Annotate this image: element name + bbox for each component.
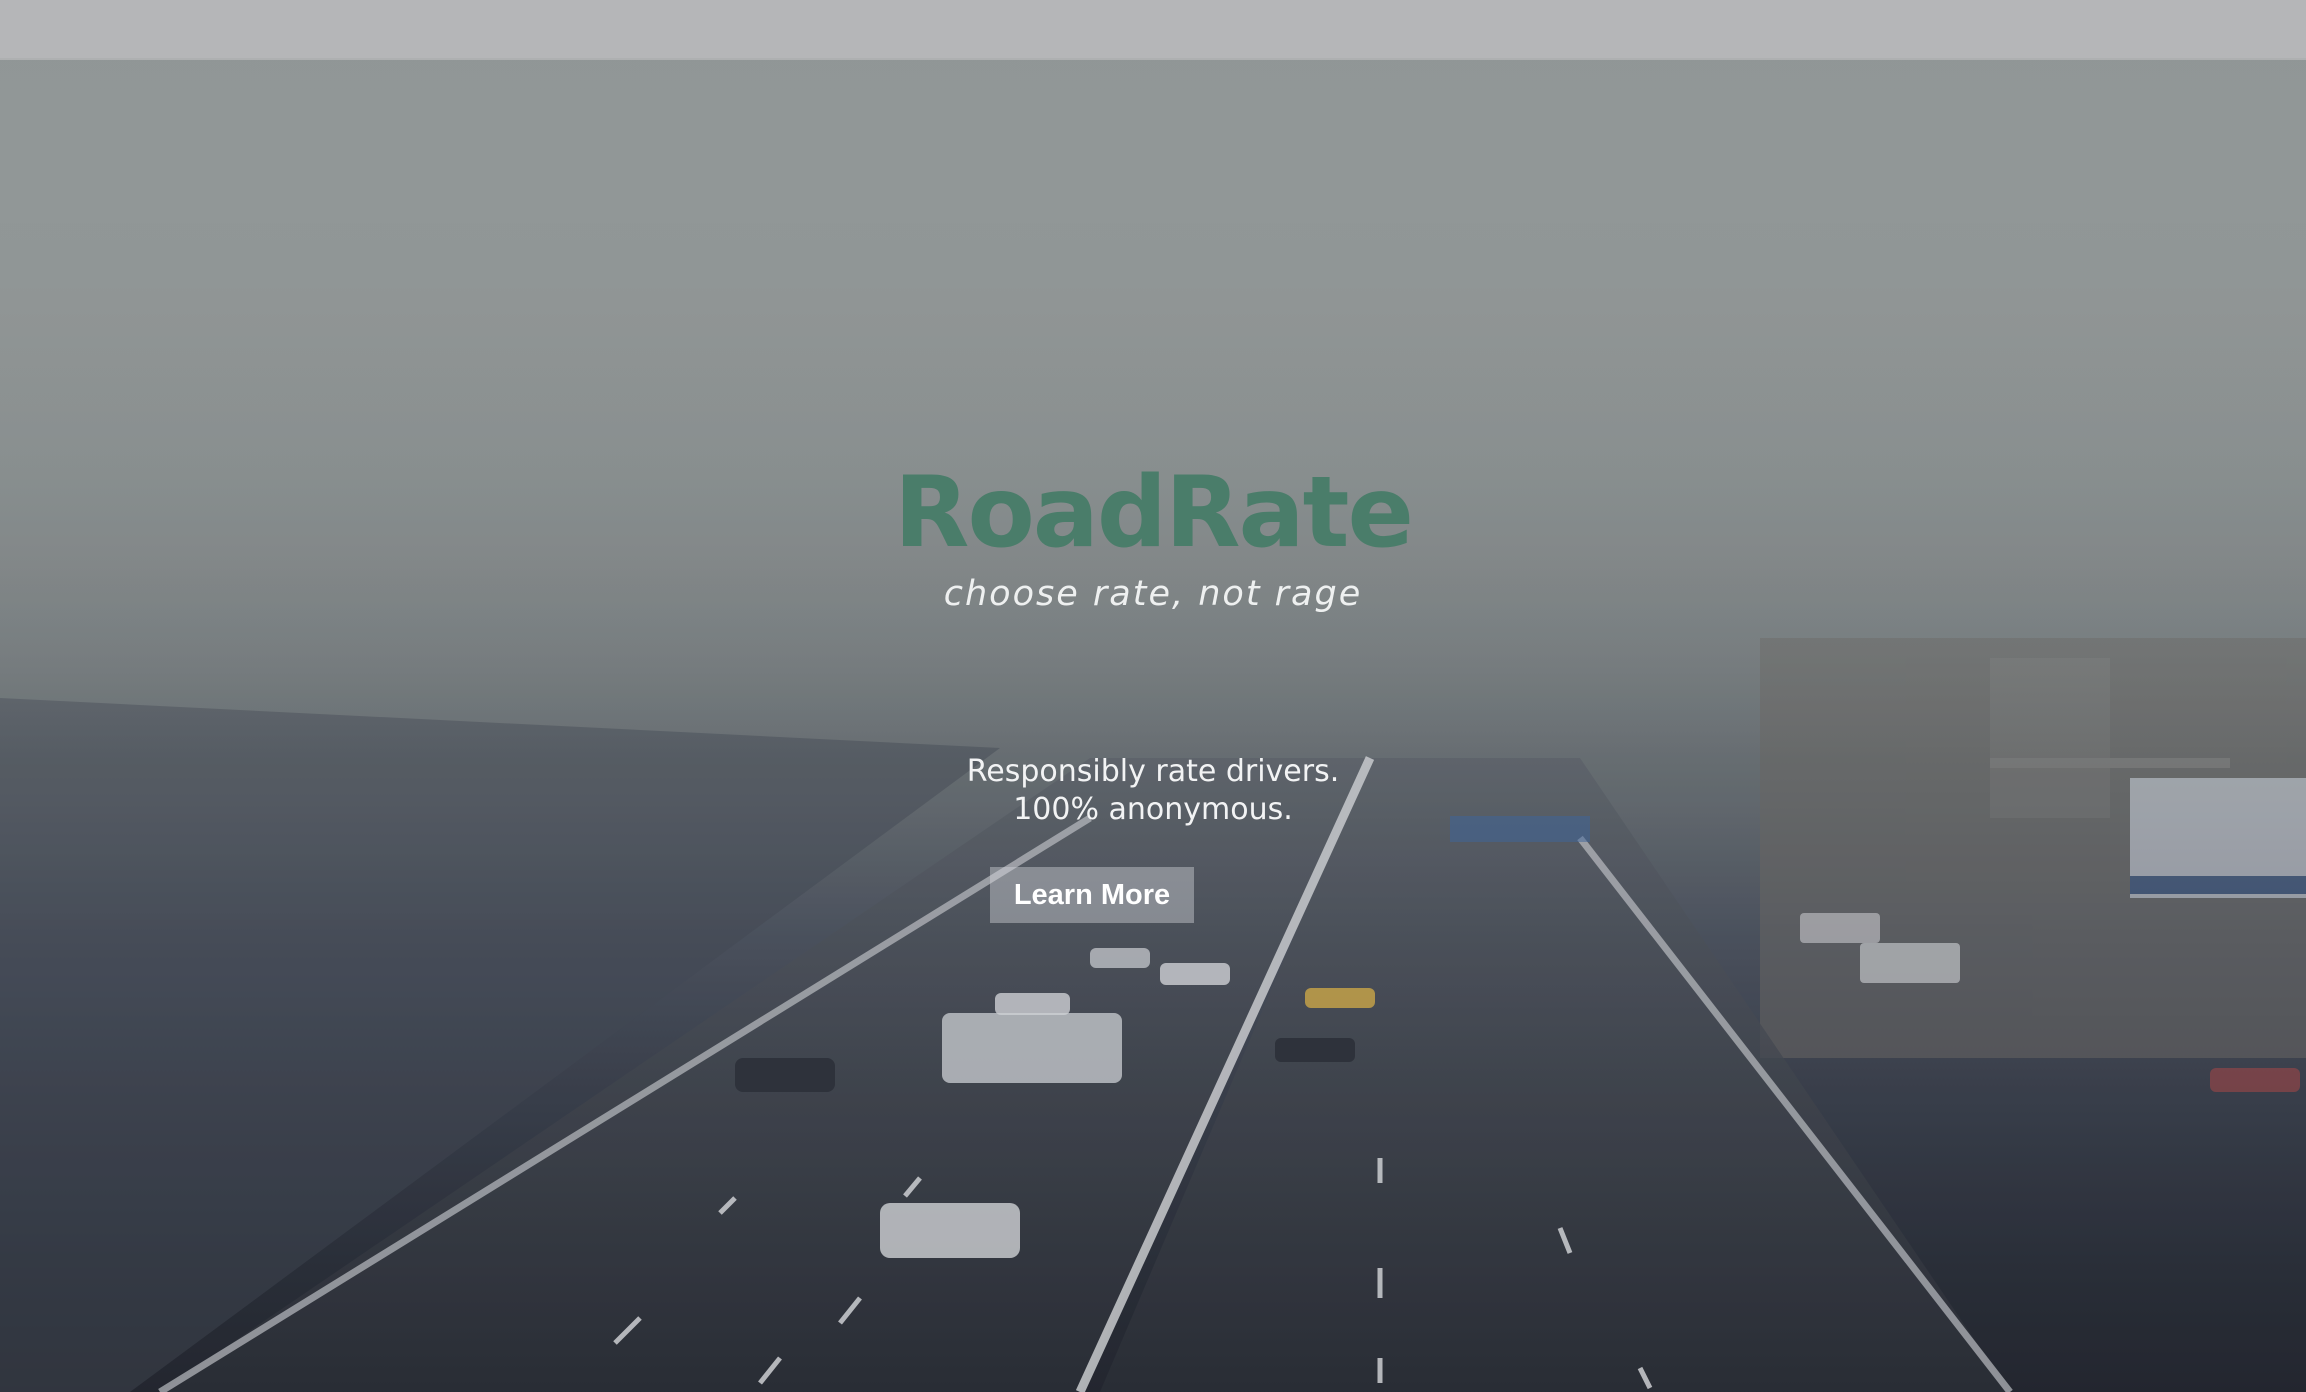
hero-description-line-1: Responsibly rate drivers. [966, 754, 1340, 789]
brand-title: RoadRate [894, 456, 1414, 570]
hero-description-line-2: 100% anonymous. [1013, 792, 1293, 827]
landing-page: RoadRate choose rate, not rage Responsib… [0, 0, 2306, 1392]
brand-tagline: choose rate, not rage [943, 574, 1363, 614]
learn-more-button[interactable]: Learn More [990, 867, 1194, 923]
hero-content: RoadRate choose rate, not rage Responsib… [0, 0, 2306, 1392]
